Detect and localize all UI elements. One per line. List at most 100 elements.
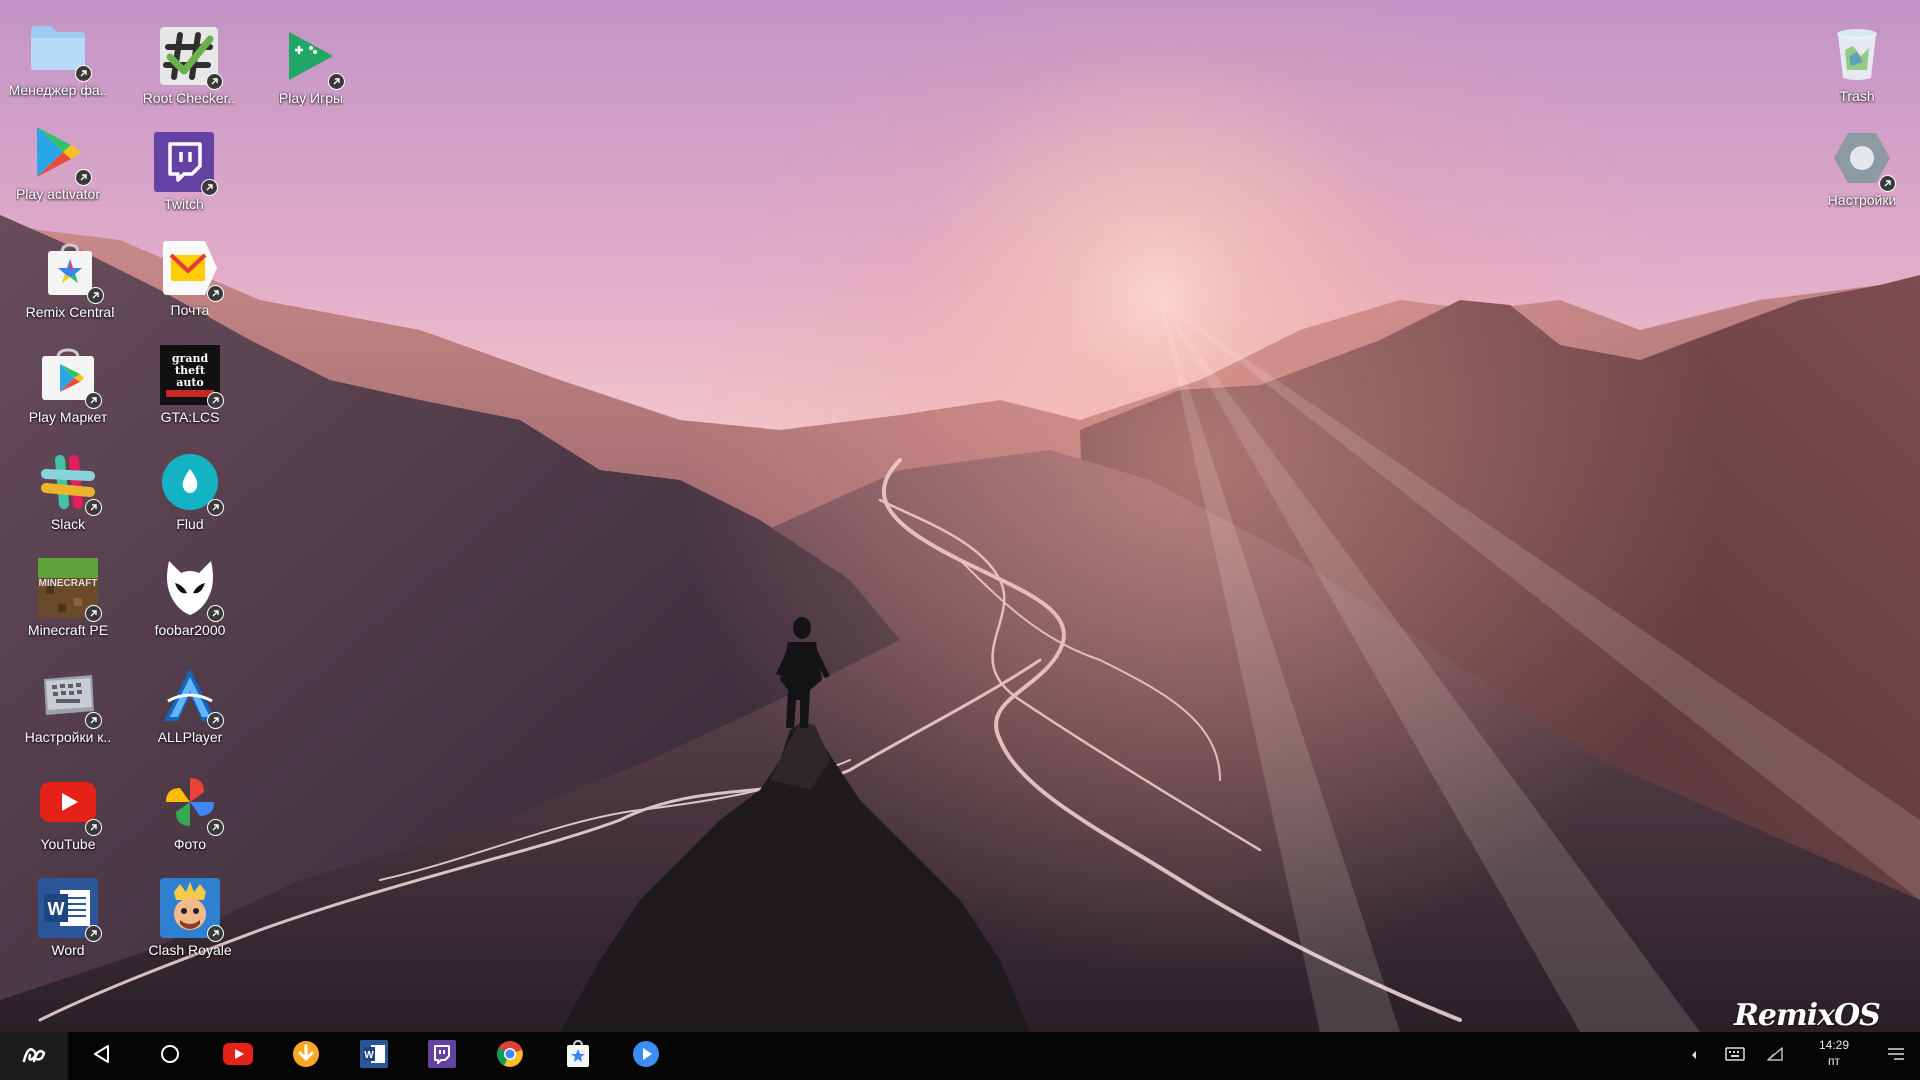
shortcut-arrow-icon	[75, 169, 92, 186]
desktop-icon-label: Twitch	[164, 196, 204, 212]
keyboard-icon	[1725, 1046, 1745, 1066]
clash-royale-icon	[160, 878, 224, 942]
taskbar-app-youtube[interactable]	[210, 1032, 266, 1080]
desktop-icon-label: Minecraft PE	[27, 622, 109, 638]
desktop-icon-clash-royale[interactable]: Clash Royale	[130, 878, 250, 978]
desktop-icon-play-activator[interactable]: Play activator	[0, 122, 118, 222]
svg-text:W: W	[364, 1050, 374, 1061]
gta-logo-line-3: auto	[176, 376, 204, 389]
taskbar-app-twitch[interactable]	[414, 1032, 470, 1080]
desktop-icon-label: GTA:LCS	[160, 409, 220, 425]
desktop-icon-word[interactable]: W Word	[8, 878, 128, 978]
desktop-icon-slack[interactable]: Slack	[8, 452, 128, 552]
desktop-icon-foobar2000[interactable]: foobar2000	[130, 558, 250, 658]
chrome-icon	[496, 1040, 524, 1073]
shortcut-arrow-icon	[87, 287, 104, 304]
allplayer-icon	[160, 665, 224, 729]
water-drop-icon	[160, 452, 224, 516]
desktop-icon-youtube[interactable]: YouTube	[8, 772, 128, 872]
twitch-icon	[428, 1039, 456, 1073]
desktop-icon-settings[interactable]: Настройки	[1802, 128, 1920, 228]
back-button[interactable]	[74, 1032, 130, 1080]
desktop-icon-label: Trash	[1839, 88, 1875, 104]
desktop-icon-label: Play Маркет	[28, 409, 108, 425]
minecraft-logo-text: MINECRAFT	[39, 578, 98, 589]
gamepad-icon	[281, 26, 345, 90]
svg-text:W: W	[48, 899, 65, 919]
desktop-icon-mail[interactable]: Почта	[130, 238, 250, 338]
desktop-icon-allplayer[interactable]: ALLPlayer	[130, 665, 250, 765]
desktop-icon-label: Flud	[176, 516, 204, 532]
shortcut-arrow-icon	[85, 392, 102, 409]
signal-icon	[1766, 1046, 1784, 1067]
shortcut-arrow-icon	[85, 925, 102, 942]
taskbar: W 14:29 пт	[0, 1032, 1920, 1080]
desktop-icon-label: ALLPlayer	[157, 729, 223, 745]
twitch-icon	[154, 132, 218, 196]
taskbar-app-word[interactable]: W	[346, 1032, 402, 1080]
shortcut-arrow-icon	[207, 819, 224, 836]
desktop-icon-file-manager[interactable]: Менеджер фа..	[0, 18, 118, 118]
remixos-logo: RemixOS	[1734, 998, 1881, 1033]
pinwheel-icon	[160, 772, 224, 836]
desktop-icon-label: Play Игры	[278, 90, 344, 106]
shortcut-arrow-icon	[207, 499, 224, 516]
desktop-icon-label: Почта	[170, 302, 210, 318]
back-triangle-icon	[92, 1044, 112, 1069]
desktop-icon-label: Фото	[173, 836, 207, 852]
shortcut-arrow-icon	[85, 605, 102, 622]
play-market-bag-icon	[38, 345, 102, 409]
desktop-icon-label: Remix Central	[25, 304, 115, 320]
word-icon: W	[360, 1039, 388, 1073]
taskbar-app-downloader[interactable]	[278, 1032, 334, 1080]
desktop-icon-label: Word	[51, 942, 85, 958]
desktop-icon-photos[interactable]: Фото	[130, 772, 250, 872]
desktop-icon-label: Play activator	[15, 186, 101, 202]
desktop-icon-label: foobar2000	[154, 622, 226, 638]
desktop-icon-label: Clash Royale	[148, 942, 232, 958]
taskbar-app-chrome[interactable]	[482, 1032, 538, 1080]
shortcut-arrow-icon	[1879, 175, 1896, 192]
shortcut-arrow-icon	[328, 73, 345, 90]
desktop-icon-play-market[interactable]: Play Маркет	[8, 345, 128, 445]
remix-central-icon	[566, 1039, 590, 1073]
folder-icon	[28, 18, 92, 82]
desktop-icon-remix-central[interactable]: Remix Central	[10, 240, 130, 340]
tray-signal-button[interactable]	[1760, 1032, 1790, 1080]
desktop-icon-label: YouTube	[40, 836, 96, 852]
desktop-icon-trash[interactable]: Trash	[1797, 24, 1917, 124]
desktop-icon-label: Slack	[50, 516, 86, 532]
shortcut-arrow-icon	[207, 392, 224, 409]
desktop-icon-flud[interactable]: Flud	[130, 452, 250, 552]
taskbar-app-remix-central[interactable]	[550, 1032, 606, 1080]
tray-expand-button[interactable]	[1682, 1032, 1706, 1080]
shortcut-arrow-icon	[85, 499, 102, 516]
gta-icon: grand theft auto	[160, 345, 224, 409]
desktop-icon-root-checker[interactable]: Root Checker..	[129, 26, 249, 126]
notification-center-button[interactable]	[1878, 1032, 1914, 1080]
desktop-wallpaper	[0, 0, 1920, 1080]
mail-icon	[160, 238, 224, 302]
desktop-icon-twitch[interactable]: Twitch	[124, 132, 244, 232]
desktop-icon-gta-lcs[interactable]: grand theft auto GTA:LCS	[130, 345, 250, 445]
taskbar-app-video-player[interactable]	[618, 1032, 674, 1080]
shortcut-arrow-icon	[201, 179, 218, 196]
shortcut-arrow-icon	[85, 712, 102, 729]
clock-time: 14:29	[1818, 1038, 1850, 1052]
taskbar-clock[interactable]: 14:29 пт	[1804, 1037, 1864, 1069]
home-button[interactable]	[142, 1032, 198, 1080]
desktop-icon-minecraft[interactable]: MINECRAFT Minecraft PE	[8, 558, 128, 658]
desktop-icon-keyboard-settings[interactable]: Настройки к..	[8, 665, 128, 765]
shortcut-arrow-icon	[207, 285, 224, 302]
start-button[interactable]	[0, 1032, 68, 1080]
shortcut-arrow-icon	[207, 605, 224, 622]
desktop-icon-label: Root Checker..	[142, 90, 236, 106]
shortcut-arrow-icon	[85, 819, 102, 836]
minecraft-icon: MINECRAFT	[38, 558, 102, 622]
trash-bin-icon	[1827, 24, 1887, 84]
clock-day: пт	[1828, 1054, 1840, 1068]
desktop-icon-label: Менеджер фа..	[8, 82, 108, 98]
desktop-icon-play-games[interactable]: Play Игры	[251, 26, 371, 126]
tray-keyboard-button[interactable]	[1720, 1032, 1750, 1080]
play-store-icon	[28, 122, 92, 186]
